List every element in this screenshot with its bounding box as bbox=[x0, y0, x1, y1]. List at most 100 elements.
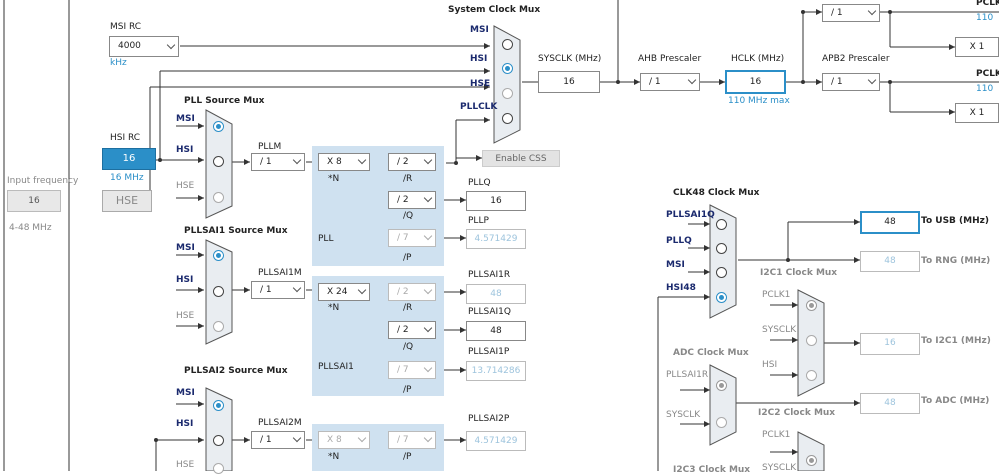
sys-mux-msi-radio[interactable] bbox=[502, 39, 513, 50]
hclk-value[interactable]: 16 bbox=[725, 70, 786, 94]
pllsai2-n-select[interactable]: X 8 bbox=[318, 431, 370, 449]
chevron-down-icon bbox=[357, 285, 367, 295]
i2c1-sysclk-radio[interactable] bbox=[806, 335, 817, 346]
pllq-value[interactable]: 16 bbox=[466, 191, 526, 211]
adc-pllsai1r-radio[interactable] bbox=[716, 380, 727, 391]
chevron-down-icon bbox=[357, 155, 367, 165]
sysclk-label: SYSCLK (MHz) bbox=[538, 54, 602, 64]
pclk2-max: 110 bbox=[976, 84, 994, 94]
pllsai2-src-msi-radio[interactable] bbox=[213, 400, 224, 411]
i2c1-clock-value[interactable]: 16 bbox=[860, 333, 920, 355]
adc-pllsai1r-label: PLLSAI1R bbox=[666, 370, 709, 380]
hsi-rc-field[interactable]: 16 bbox=[102, 148, 156, 170]
clk48-pllsai1q-radio[interactable] bbox=[716, 219, 727, 230]
chevron-down-icon bbox=[687, 75, 697, 85]
pllsai1-q-select[interactable]: / 2 bbox=[388, 321, 436, 339]
pll-src-msi-radio[interactable] bbox=[213, 121, 224, 132]
input-frequency-range: 4-48 MHz bbox=[9, 223, 52, 233]
pll-src-hsi-radio[interactable] bbox=[213, 156, 224, 167]
i2c1-mux-title: I2C1 Clock Mux bbox=[760, 268, 838, 278]
hse-block[interactable]: HSE bbox=[102, 190, 152, 212]
pllsai2-src-hsi-radio[interactable] bbox=[213, 435, 224, 446]
clk48-pllq-label: PLLQ bbox=[666, 236, 692, 246]
input-frequency-field[interactable]: 16 bbox=[7, 190, 61, 212]
pll-n-label: *N bbox=[328, 174, 340, 184]
rng-clock-value[interactable]: 48 bbox=[860, 251, 920, 272]
pllsai1-n-select[interactable]: X 24 bbox=[318, 283, 370, 301]
rng-clock-label: To RNG (MHz) bbox=[921, 256, 991, 266]
sys-mux-pllclk-radio[interactable] bbox=[502, 113, 513, 124]
clk48-mux-title: CLK48 Clock Mux bbox=[673, 188, 760, 198]
msi-rc-label: MSI RC bbox=[110, 22, 142, 32]
pllsai1-p-select[interactable]: / 7 bbox=[388, 361, 436, 379]
apb2-prescaler-select[interactable]: / 1 bbox=[822, 73, 880, 91]
pllsai1-src-msi-radio[interactable] bbox=[213, 250, 224, 261]
pll-r-label: /R bbox=[403, 174, 413, 184]
pll-p-select[interactable]: / 7 bbox=[388, 229, 436, 247]
hsi-rc-label: HSI RC bbox=[110, 133, 141, 143]
pll-p-label: /P bbox=[403, 253, 412, 263]
sys-mux-pllclk-label: PLLCLK bbox=[460, 102, 498, 112]
pllsai2-src-hse-label: HSE bbox=[176, 460, 195, 470]
sys-mux-hse-radio[interactable] bbox=[502, 88, 513, 99]
clk48-msi-radio[interactable] bbox=[716, 267, 727, 278]
i2c1-pclk1-radio[interactable] bbox=[806, 300, 817, 311]
pllsai1q-label: PLLSAI1Q bbox=[468, 307, 511, 317]
pllq-label: PLLQ bbox=[468, 178, 491, 188]
clk48-pllq-radio[interactable] bbox=[716, 243, 727, 254]
pclk1-max: 110 bbox=[976, 13, 994, 23]
sysclk-value[interactable]: 16 bbox=[538, 71, 600, 93]
pllsai1-src-hsi-radio[interactable] bbox=[213, 286, 224, 297]
pllsai2-src-hse-radio[interactable] bbox=[213, 463, 224, 474]
pllsai1-p-label: /P bbox=[403, 385, 412, 395]
pllsai1p-value[interactable]: 13.714286 bbox=[466, 361, 526, 381]
pllsai1m-select[interactable]: / 1 bbox=[251, 281, 305, 299]
pclk2-label: PCLK bbox=[976, 69, 999, 79]
pll-label: PLL bbox=[318, 234, 334, 244]
chevron-down-icon bbox=[357, 433, 367, 443]
msi-rc-unit: kHz bbox=[110, 58, 127, 68]
adc-sysclk-radio[interactable] bbox=[716, 417, 727, 428]
apb2-timer-multiplier[interactable]: X 1 bbox=[955, 103, 999, 123]
i2c1-hsi-radio[interactable] bbox=[806, 370, 817, 381]
pllp-value[interactable]: 4.571429 bbox=[466, 229, 526, 249]
chevron-down-icon bbox=[292, 283, 302, 293]
apb1-prescaler-select[interactable]: / 1 bbox=[822, 4, 880, 22]
pllsai2-p-select[interactable]: / 7 bbox=[388, 431, 436, 449]
pll-q-select[interactable]: / 2 bbox=[388, 191, 436, 209]
sys-mux-hsi-radio[interactable] bbox=[502, 63, 513, 74]
pllsai1-r-select[interactable]: / 2 bbox=[388, 283, 436, 301]
enable-css-button[interactable]: Enable CSS bbox=[482, 150, 560, 167]
usb-clock-value[interactable]: 48 bbox=[860, 211, 920, 234]
pll-q-label: /Q bbox=[403, 211, 414, 221]
pllm-label: PLLM bbox=[258, 142, 282, 152]
pllsai1q-value[interactable]: 48 bbox=[466, 321, 526, 341]
clk48-hsi48-radio[interactable] bbox=[716, 292, 727, 303]
pllsai2m-select[interactable]: / 1 bbox=[251, 431, 305, 449]
pll-src-hse-label: HSE bbox=[176, 181, 195, 191]
i2c1-clock-label: To I2C1 (MHz) bbox=[921, 336, 991, 346]
chevron-down-icon bbox=[292, 433, 302, 443]
i2c2-mux-title: I2C2 Clock Mux bbox=[758, 408, 836, 418]
pllm-select[interactable]: / 1 bbox=[251, 153, 305, 171]
pllsai2-p-label: /P bbox=[403, 452, 412, 462]
adc-clock-value[interactable]: 48 bbox=[860, 393, 920, 414]
adc-clock-label: To ADC (MHz) bbox=[921, 396, 990, 406]
i2c2-pclk1-radio[interactable] bbox=[806, 455, 817, 466]
ahb-prescaler-select[interactable]: / 1 bbox=[640, 73, 700, 91]
pll-n-select[interactable]: X 8 bbox=[318, 153, 370, 171]
pllsai1-src-hse-radio[interactable] bbox=[213, 321, 224, 332]
apb1-timer-multiplier[interactable]: X 1 bbox=[955, 37, 999, 57]
pll-src-hsi-label: HSI bbox=[176, 145, 194, 155]
hsi-rc-unit: 16 MHz bbox=[110, 173, 144, 183]
pllsai2p-value[interactable]: 4.571429 bbox=[466, 431, 526, 451]
pll-r-select[interactable]: / 2 bbox=[388, 153, 436, 171]
pllsai1r-value[interactable]: 48 bbox=[466, 284, 526, 304]
chevron-down-icon bbox=[292, 155, 302, 165]
chevron-down-icon bbox=[166, 40, 176, 50]
pllsai2p-label: PLLSAI2P bbox=[468, 414, 510, 424]
pllp-label: PLLP bbox=[468, 216, 489, 226]
pll-src-hse-radio[interactable] bbox=[213, 192, 224, 203]
chevron-down-icon bbox=[423, 363, 433, 373]
msi-rc-select[interactable]: 4000 bbox=[109, 36, 179, 57]
